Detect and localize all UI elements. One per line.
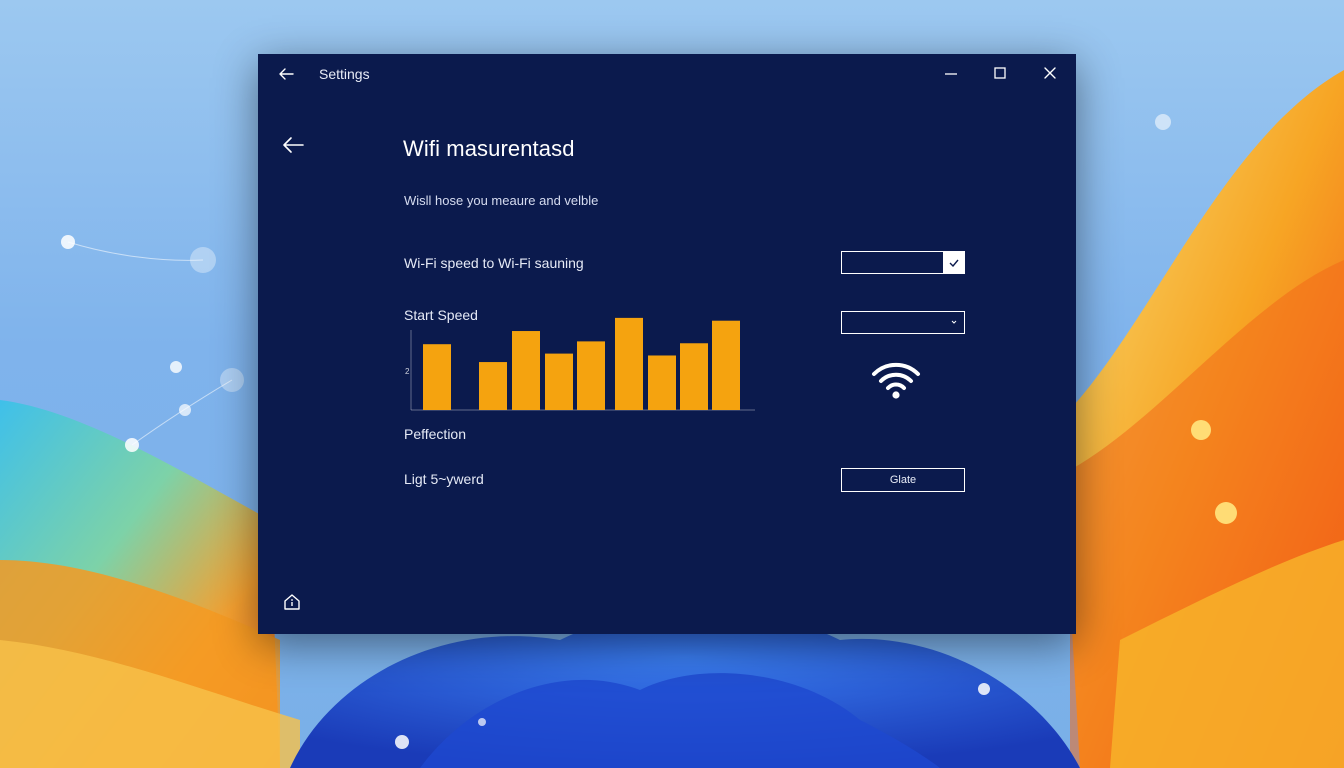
chevron-down-icon	[951, 320, 957, 324]
chart-bar	[648, 355, 676, 410]
check-icon	[943, 252, 964, 273]
minimize-button[interactable]	[937, 60, 965, 88]
maximize-button[interactable]	[986, 60, 1014, 88]
home-button[interactable]	[282, 592, 302, 612]
chart-bar	[577, 341, 605, 410]
chart-bar	[545, 353, 573, 410]
close-button[interactable]	[1036, 60, 1064, 88]
page-subtitle: Wisll hose you meaure and velble	[404, 193, 599, 208]
home-icon	[284, 594, 300, 610]
minimize-icon	[945, 73, 957, 75]
chart-bar	[680, 343, 708, 410]
arrow-left-icon	[283, 137, 304, 153]
window-title: Settings	[319, 66, 370, 82]
close-icon	[1044, 67, 1056, 79]
wifi-speed-select[interactable]	[841, 251, 965, 274]
maximize-icon	[994, 67, 1006, 79]
wifi-icon	[870, 359, 922, 401]
titlebar-back-button[interactable]	[274, 62, 298, 86]
ligt-label: Ligt 5~ywerd	[404, 471, 484, 487]
peffection-label: Peffection	[404, 426, 467, 442]
page-title: Wifi masurentasd	[403, 136, 575, 161]
glate-button[interactable]: Glate	[841, 468, 965, 492]
chart-y-tick-label: 2	[405, 367, 410, 376]
title-bar: Settings	[258, 54, 1076, 94]
page-back-button[interactable]	[280, 132, 308, 158]
chart-bars	[423, 317, 740, 410]
chart-bar	[712, 320, 740, 410]
chart-bar	[615, 317, 643, 410]
start-speed-select[interactable]	[841, 311, 965, 334]
speed-bar-chart: 2	[405, 317, 755, 411]
chart-bar	[479, 362, 507, 410]
settings-window: Settings Wifi masurentasd Wisll hose you…	[258, 54, 1076, 634]
chart-bar	[423, 344, 451, 410]
arrow-left-icon	[279, 68, 294, 80]
wifi-speed-label: Wi-Fi speed to Wi-Fi sauning	[404, 255, 584, 271]
chart-bar	[512, 331, 540, 410]
